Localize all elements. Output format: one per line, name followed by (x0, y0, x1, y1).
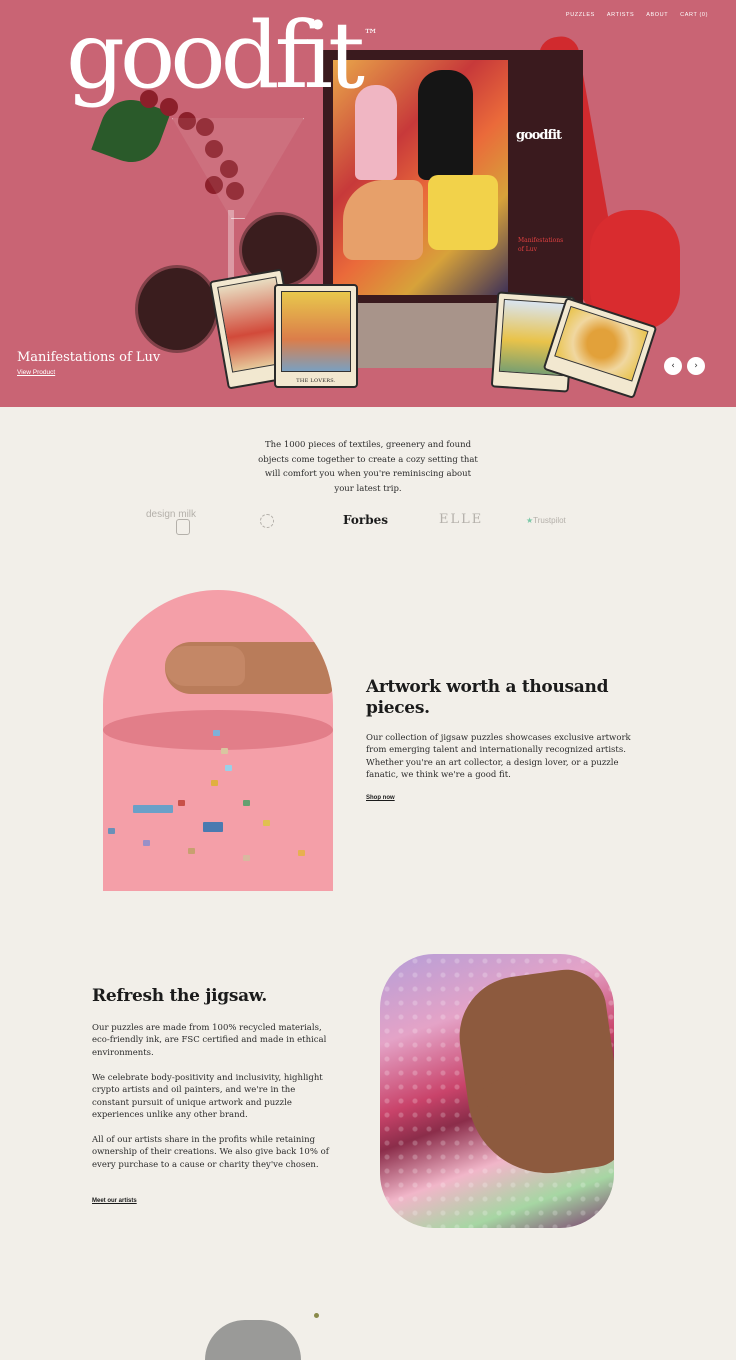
hero-banner: goodfit Manifestations of Luv THE LOVERS… (0, 0, 736, 407)
elle-logo: ELLE (439, 512, 484, 527)
urchin-decoration (138, 268, 216, 350)
main-nav: PUZZLES ARTISTS ABOUT CART (0) (566, 12, 708, 18)
tarot-card-label: THE LOVERS. (296, 378, 336, 384)
partial-image (205, 1320, 301, 1360)
section2-paragraph: Our puzzles are made from 100% recycled … (92, 1023, 327, 1058)
tarot-card-lovers: THE LOVERS. (274, 284, 358, 388)
box-logo: goodfit (516, 128, 562, 143)
circle-logo-icon (260, 514, 274, 528)
nav-cart[interactable]: CART (0) (680, 12, 708, 18)
nav-artists[interactable]: ARTISTS (607, 12, 634, 18)
section2-paragraph: All of our artists share in the profits … (92, 1135, 329, 1170)
hero-title: Manifestations of Luv (17, 350, 161, 365)
press-intro-text: The 1000 pieces of textiles, greenery an… (258, 440, 478, 494)
section2-paragraph: We celebrate body-positivity and inclusi… (92, 1073, 323, 1121)
cup-icon (176, 519, 190, 535)
brand-logo[interactable]: goodfit ™ (66, 10, 378, 102)
view-product-link[interactable]: View Product (17, 369, 55, 376)
design-milk-logo: design milk (146, 509, 197, 520)
section1-body: Our collection of jigsaw puzzles showcas… (366, 733, 631, 781)
puzzle-hand-image (380, 954, 614, 1228)
shop-now-link[interactable]: Shop now (366, 795, 395, 801)
nav-puzzles[interactable]: PUZZLES (566, 12, 595, 18)
carousel-next-button[interactable]: › (687, 357, 705, 375)
martini-glass (172, 118, 304, 219)
section2-title: Refresh the jigsaw. (92, 986, 268, 1006)
forbes-logo: Forbes (343, 513, 388, 527)
puzzle-pieces-image (103, 590, 333, 891)
box-title: Manifestations of Luv (518, 237, 564, 253)
meet-artists-link[interactable]: Meet our artists (92, 1198, 137, 1204)
dot-decoration (314, 1313, 319, 1318)
section1-title: Artwork worth a thousand pieces. (366, 677, 609, 718)
nav-about[interactable]: ABOUT (646, 12, 668, 18)
trustpilot-logo: ★Trustpilot (526, 516, 566, 525)
stone-block (358, 303, 498, 368)
carousel-prev-button[interactable]: ‹ (664, 357, 682, 375)
chevron-right-icon: › (694, 361, 698, 371)
chevron-left-icon: ‹ (671, 361, 675, 371)
